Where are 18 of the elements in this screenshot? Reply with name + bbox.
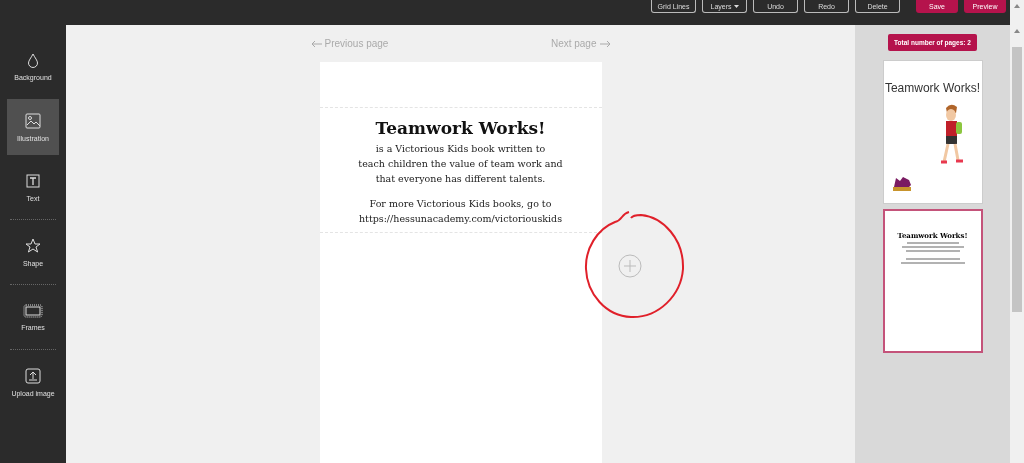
scroll-up-icon[interactable] <box>1014 4 1020 8</box>
add-icon[interactable] <box>618 254 642 278</box>
scrollbar-thumb[interactable] <box>1012 47 1022 312</box>
image-icon <box>25 112 41 129</box>
caret-icon <box>733 4 739 8</box>
page-text[interactable]: is a Victorious Kids book written to teach children the value of team work and that everyone has different talents. <box>358 141 563 186</box>
drop-icon <box>27 53 39 68</box>
page-title[interactable]: Teamwork Works! <box>375 118 546 138</box>
frame-icon <box>23 303 43 318</box>
thumbnail-title: Teamwork Works! <box>884 81 981 95</box>
page-thumbnail[interactable]: Teamwork Works! <box>882 60 983 204</box>
text-box-icon <box>25 172 41 189</box>
arrow-left-icon <box>310 39 322 48</box>
scroll-up-icon[interactable] <box>1014 29 1020 33</box>
upload-icon <box>25 367 41 384</box>
star-icon <box>25 237 41 254</box>
arrow-right-icon <box>599 39 611 48</box>
page-text[interactable]: For more Victorious Kids books, go to https://hessunacademy.com/victoriouskids <box>358 196 563 226</box>
